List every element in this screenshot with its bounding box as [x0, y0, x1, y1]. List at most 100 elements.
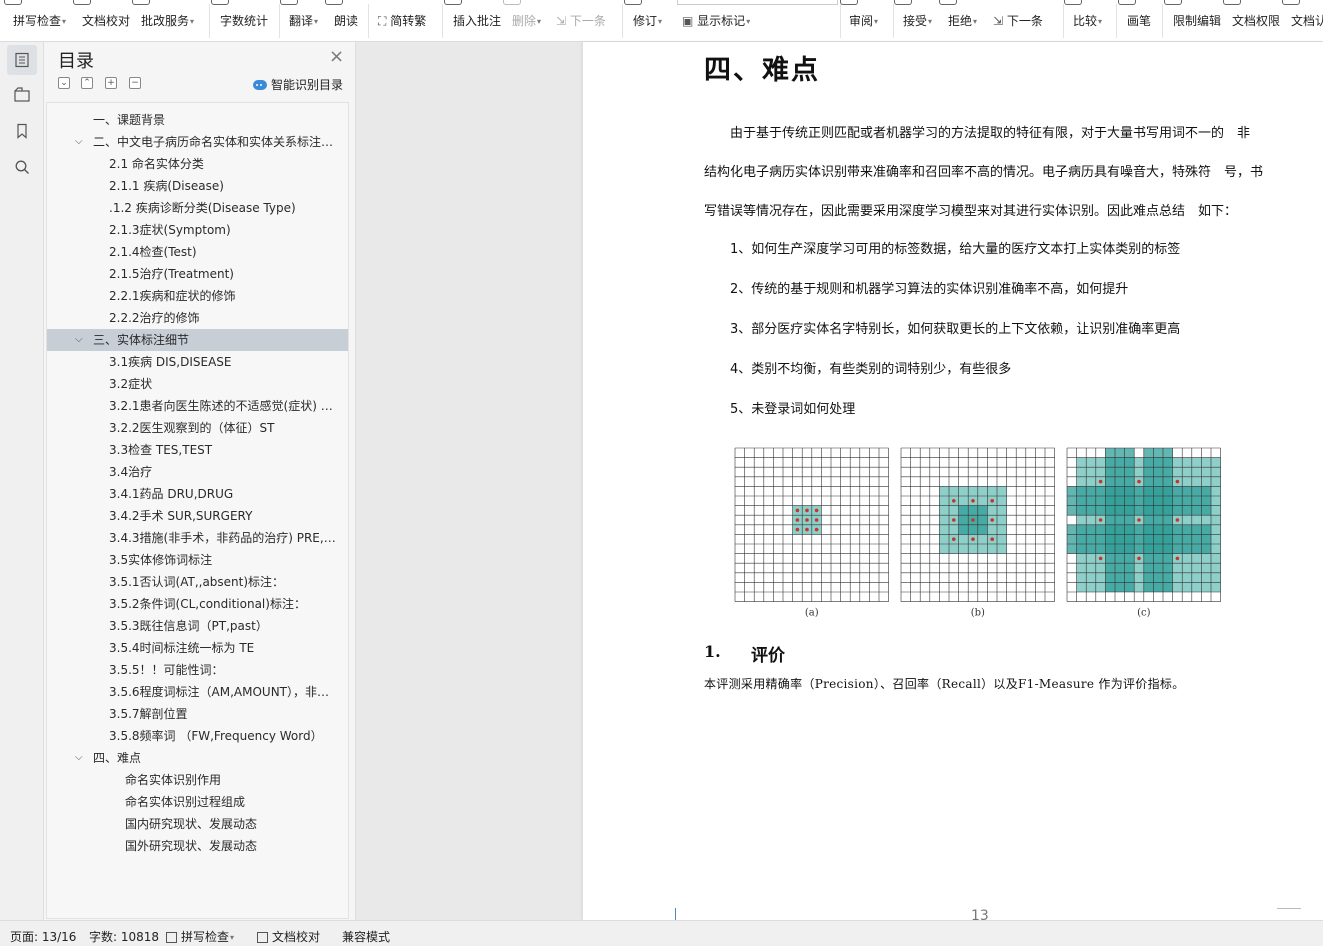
expand-toggle-icon[interactable]: ⌵ [75, 131, 85, 153]
toc-item[interactable]: 命名实体识别过程组成 [47, 791, 348, 813]
toc-item[interactable]: 3.5.2条件词(CL,conditional)标注： [47, 593, 348, 615]
convert-icon: ⛶ [378, 14, 387, 28]
paragraph-line: 结构化电子病历实体识别带来准确率和召回率不高的情况。电子病历具有噪音大，特殊符 … [704, 165, 1264, 180]
receptive-field-figure: (a) (b) (c) [734, 447, 1221, 619]
toc-item-label: 国内研究现状、发展动态 [125, 817, 258, 831]
toc-item[interactable]: 命名实体识别作用 [47, 769, 348, 791]
sample-dot [1098, 479, 1103, 484]
toc-item[interactable]: 3.4.3措施(非手术，非药品的治疗) PRE,procedure [47, 527, 348, 549]
toc-item[interactable]: 3.3检查 TES,TEST [47, 439, 348, 461]
expand-all-button[interactable]: ⌃ [81, 77, 93, 89]
toc-item[interactable]: 3.4.2手术 SUR,SURGERY [47, 505, 348, 527]
toc-item-label: 2.1.1 疾病(Disease) [109, 179, 224, 193]
toc-item[interactable]: ⌵ 二、中文电子病历命名实体和实体关系标注规范 [47, 131, 348, 153]
toc-item[interactable]: 2.2.1疾病和症状的修饰 [47, 285, 348, 307]
sample-dot [1175, 518, 1180, 522]
compare-icon [1064, 0, 1082, 5]
sample-dot [805, 527, 809, 532]
sample-dot [990, 518, 994, 522]
toc-item[interactable]: 2.1.1 疾病(Disease) [47, 175, 348, 197]
toc-panel: 目录 × ⌄ ⌃ + − 智能识别目录 一、课题背景 ⌵ 二、中文电子病历命名实体和… [44, 42, 356, 920]
checkbox-icon [166, 932, 177, 943]
accept-icon [894, 0, 912, 5]
add-item-button[interactable]: + [105, 77, 117, 89]
toc-item[interactable]: 3.5.7解剖位置 [47, 703, 348, 725]
toc-item[interactable]: 2.1.5治疗(Treatment) [47, 263, 348, 285]
next-comment-icon: ⇲ [556, 14, 567, 28]
sample-dot [795, 508, 800, 513]
toc-item[interactable]: 3.2症状 [47, 373, 348, 395]
expand-toggle-icon[interactable]: ⌵ [75, 329, 85, 351]
toc-item[interactable]: 3.5.6程度词标注（AM,AMOUNT），非数量词 [47, 681, 348, 703]
sample-dot [952, 537, 956, 541]
sample-dot [1175, 556, 1180, 561]
sample-dot [990, 499, 994, 503]
toc-item[interactable]: 2.2.2治疗的修饰 [47, 307, 348, 329]
toc-item[interactable]: .1.2 疾病诊断分类(Disease Type) [47, 197, 348, 219]
toc-rail-button[interactable] [7, 45, 37, 75]
delete-comment-icon [503, 0, 521, 5]
document-certify-icon [1282, 0, 1300, 5]
toc-item[interactable]: 2.1 命名实体分类 [47, 153, 348, 175]
navigation-rail-button[interactable] [7, 80, 37, 110]
toc-item[interactable]: 3.2.2医生观察到的（体征）ST [47, 417, 348, 439]
spell-check-status[interactable]: 拼写检查▾ [166, 928, 234, 945]
search-rail-button[interactable] [7, 152, 37, 182]
sample-dot [1098, 556, 1103, 561]
toc-item-label: 3.2症状 [109, 377, 153, 391]
toc-item-label: 三、实体标注细节 [93, 333, 190, 347]
toc-item-label: 命名实体识别过程组成 [125, 795, 246, 809]
toc-item[interactable]: 3.2.1患者向医生陈述的不适感觉(症状) SYMPTOM [47, 395, 348, 417]
toc-item[interactable]: 3.1疾病 DIS,DISEASE [47, 351, 348, 373]
toc-item[interactable]: ⌵ 四、难点 [47, 747, 348, 769]
toc-title: 目录 [58, 51, 94, 72]
sample-dot [990, 537, 994, 541]
paragraph-line: 由于基于传统正则匹配或者机器学习的方法提取的特征有限，对于大量书写用词不一的 非 [730, 126, 1251, 141]
list-item: 5、未登录词如何处理 [730, 402, 856, 417]
toc-item-label: 3.5.4时间标注统一标为 TE [109, 641, 255, 655]
remove-item-button[interactable]: − [129, 77, 141, 89]
toc-item-label: 3.4.3措施(非手术，非药品的治疗) PRE,procedure [109, 531, 348, 545]
toc-item-label: 3.5实体修饰词标注 [109, 553, 213, 567]
toc-item[interactable]: ⌵ 三、实体标注细节 [47, 329, 348, 351]
collapse-all-button[interactable]: ⌄ [58, 77, 70, 89]
toc-item[interactable]: 3.5.4时间标注统一标为 TE [47, 637, 348, 659]
sample-dot [971, 499, 975, 503]
word-count-indicator[interactable]: 字数: 10818 [89, 928, 159, 945]
proofread-status[interactable]: 文档校对 [257, 928, 320, 945]
toc-item-label: 3.4.2手术 SUR,SURGERY [109, 509, 253, 523]
toc-item-label: 二、中文电子病历命名实体和实体关系标注规范 [93, 135, 346, 149]
document-area: 四、难点 由于基于传统正则匹配或者机器学习的方法提取的特征有限，对于大量书写用词… [356, 42, 1323, 924]
toc-item[interactable]: 3.5.5！！可能性词： [47, 659, 348, 681]
toc-item-label: 3.4治疗 [109, 465, 153, 479]
toc-item-label: 3.5.1否认词(AT,,absent)标注： [109, 575, 285, 589]
toc-item[interactable]: 3.5.8频率词 （FW,Frequency Word） [47, 725, 348, 747]
insert-comment-icon [444, 0, 462, 5]
bookmark-rail-button[interactable] [7, 116, 37, 146]
list-item: 3、部分医疗实体名字特别长，如何获取更长的上下文依赖，让识别准确率更高 [730, 322, 1181, 337]
sample-dot [795, 527, 800, 532]
toc-item-label: 2.2.2治疗的修饰 [109, 311, 200, 325]
toc-item[interactable]: 3.5.1否认词(AT,,absent)标注： [47, 571, 348, 593]
toc-item[interactable]: 3.5.3既往信息词（PT,past） [47, 615, 348, 637]
close-box-icon [257, 932, 268, 943]
close-icon[interactable]: × [329, 48, 344, 66]
toc-item[interactable]: 一、课题背景 [47, 109, 348, 131]
search-icon [15, 160, 29, 174]
toc-item[interactable]: 3.4治疗 [47, 461, 348, 483]
toc-item[interactable]: 国外研究现状、发展动态 [47, 835, 348, 857]
toc-item-label: 2.1 命名实体分类 [109, 157, 204, 171]
toc-item-label: 3.1疾病 DIS,DISEASE [109, 355, 232, 369]
page-indicator[interactable]: 页面: 13/16 [10, 928, 76, 945]
smart-toc-button[interactable]: 智能识别目录 [253, 76, 343, 93]
toc-item[interactable]: 国内研究现状、发展动态 [47, 813, 348, 835]
word-count-icon [211, 0, 229, 5]
expand-toggle-icon[interactable]: ⌵ [75, 747, 85, 769]
toc-item[interactable]: 3.5实体修饰词标注 [47, 549, 348, 571]
toc-item[interactable]: 2.1.4检查(Test) [47, 241, 348, 263]
toc-item-label: 2.1.5治疗(Treatment) [109, 267, 234, 281]
toc-item[interactable]: 2.1.3症状(Symptom) [47, 219, 348, 241]
toc-item[interactable]: 3.4.1药品 DRU,DRUG [47, 483, 348, 505]
toc-item-label: 3.5.6程度词标注（AM,AMOUNT），非数量词 [109, 685, 348, 699]
markup-dropdown-box[interactable] [677, 0, 838, 5]
